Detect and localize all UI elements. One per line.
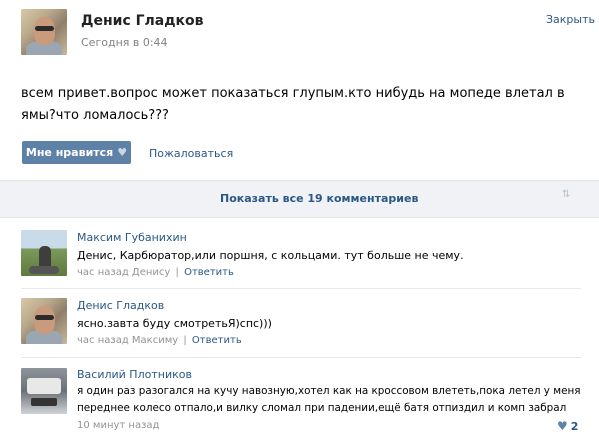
comment-author[interactable]: Василий Плотников — [77, 368, 192, 381]
report-link[interactable]: Пожаловаться — [149, 147, 233, 160]
meta-separator: | — [183, 335, 187, 346]
comment-avatar[interactable] — [21, 368, 67, 414]
comment-text-line-2: переднее колесо отпало,и вилку сломал пр… — [77, 402, 567, 414]
post-author-avatar[interactable] — [21, 9, 67, 55]
reply-link[interactable]: Ответить — [192, 335, 242, 346]
comment-divider — [21, 357, 581, 358]
comment-meta: час назад Максиму | Ответить — [77, 335, 242, 346]
comment-author[interactable]: Максим Губанихин — [77, 231, 187, 244]
post-text: всем привет.вопрос может показаться глуп… — [21, 86, 565, 123]
comment-author[interactable]: Денис Гладков — [77, 299, 164, 312]
heart-icon: ♥ — [117, 146, 128, 159]
comment-time: час назад Денису — [77, 267, 171, 278]
meta-separator: | — [175, 267, 179, 278]
like-count: 2 — [570, 419, 579, 433]
like-button[interactable]: Мне нравится ♥ — [22, 141, 131, 164]
comment-meta: час назад Денису | Ответить — [77, 267, 234, 278]
comment-text: ясно.завта буду смотретьЯ)спс))) — [77, 317, 272, 330]
like-button-label: Мне нравится — [25, 146, 114, 159]
post-time: Сегодня в 0:44 — [81, 36, 168, 49]
sort-arrows-icon[interactable]: ⇅ — [562, 190, 570, 200]
comment-text-line-1: я один раз разогался на кучу навозную,хо… — [77, 385, 581, 397]
reply-link[interactable]: Ответить — [184, 267, 234, 278]
show-all-comments-link[interactable]: Показать все 19 комментариев — [220, 192, 418, 205]
comment-divider — [21, 288, 581, 289]
comment-like[interactable]: ♥ 2 — [557, 419, 578, 433]
comment-avatar[interactable] — [21, 298, 67, 344]
comment-time: 10 минут назад — [77, 420, 160, 431]
post-author-name[interactable]: Денис Гладков — [81, 13, 204, 29]
close-link[interactable]: Закрыть — [546, 13, 595, 26]
comment-avatar[interactable] — [21, 230, 67, 276]
comment-time: час назад Максиму — [77, 335, 179, 346]
heart-icon: ♥ — [557, 419, 568, 433]
comment-text: Денис, Карбюратор,или поршня, с кольцами… — [77, 249, 464, 262]
